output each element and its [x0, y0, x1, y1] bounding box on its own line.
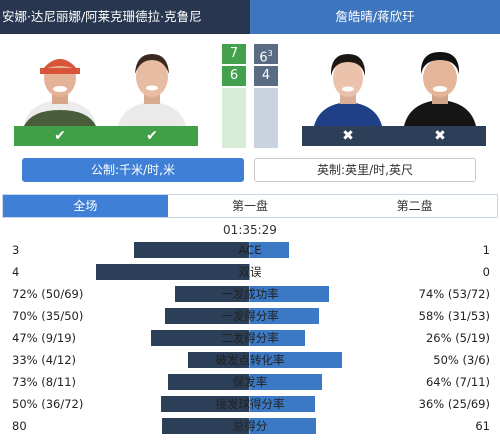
- stat-right-value: 26% (5/19): [425, 331, 490, 345]
- metric-units-button[interactable]: 公制:千米/时,米: [22, 158, 244, 182]
- stat-row: 73% (8/11) 保发率 64% (7/11): [0, 372, 500, 392]
- stat-left-value: 73% (8/11): [12, 375, 77, 389]
- check-icon: ✔: [146, 128, 158, 144]
- stat-right-value: 61: [475, 419, 490, 433]
- stat-label: ACE: [238, 243, 262, 257]
- stat-label: 破发点转化率: [215, 353, 285, 367]
- score-cell-empty: [222, 108, 246, 128]
- stat-row: 70% (35/50) 一发得分率 58% (31/53): [0, 306, 500, 326]
- match-stats-screen: 安娜·达尼丽娜/阿莱克珊德拉·克鲁尼 詹皓晴/蒋欣玗 ✔ ✔ 7 63 6 4 …: [0, 0, 500, 440]
- stat-right-value: 1: [482, 243, 490, 257]
- stat-right-value: 50% (3/6): [433, 353, 490, 367]
- score-cell-empty: [254, 128, 278, 148]
- stat-row: 4 双误 0: [0, 262, 500, 282]
- stat-left-value: 3: [12, 243, 20, 257]
- stat-right-value: 64% (7/11): [425, 375, 490, 389]
- score-set1-right: 6: [222, 66, 246, 86]
- player-photo-1: [14, 44, 106, 126]
- stat-label: 总得分: [232, 419, 268, 433]
- stat-row: 33% (4/12) 破发点转化率 50% (3/6): [0, 350, 500, 370]
- score-cell-empty: [222, 128, 246, 148]
- score-set2-right: 4: [254, 66, 278, 86]
- stat-label: 接发球得分率: [215, 397, 285, 411]
- stat-left-value: 72% (50/69): [12, 287, 84, 301]
- player-photo-4: [394, 44, 486, 126]
- tab-full-match[interactable]: 全场: [3, 195, 168, 217]
- stat-left-value: 70% (35/50): [12, 309, 84, 323]
- player-card-4[interactable]: ✖: [394, 44, 486, 146]
- stat-label: 一发成功率: [221, 287, 279, 301]
- imperial-units-button[interactable]: 英制:英里/时,英尺: [254, 158, 476, 182]
- stat-right-value: 74% (53/72): [418, 287, 490, 301]
- player-card-1[interactable]: ✔: [14, 44, 106, 146]
- stat-left-value: 47% (9/19): [12, 331, 77, 345]
- stat-label: 保发率: [232, 375, 268, 389]
- player-photo-2: [106, 44, 198, 126]
- check-icon: ✔: [54, 128, 66, 144]
- player-photo-3: [302, 44, 394, 126]
- team-right-name[interactable]: 詹皓晴/蒋欣玗: [250, 0, 500, 34]
- stat-left-value: 33% (4/12): [12, 353, 77, 367]
- player-2-result: ✔: [106, 126, 198, 146]
- score-cell-empty: [222, 88, 246, 108]
- player-3-result: ✖: [302, 126, 394, 146]
- stat-row: 3 ACE 1: [0, 240, 500, 260]
- stat-row: 72% (50/69) 一发成功率 74% (53/72): [0, 284, 500, 304]
- player-4-result: ✖: [394, 126, 486, 146]
- x-icon: ✖: [342, 128, 354, 144]
- player-card-3[interactable]: ✖: [302, 44, 394, 146]
- tab-set-1[interactable]: 第一盘: [167, 195, 333, 217]
- player-1-result: ✔: [14, 126, 106, 146]
- stat-left-value: 80: [12, 419, 27, 433]
- stat-label: 一发得分率: [221, 309, 279, 323]
- score-cell-empty: [254, 88, 278, 108]
- stat-right-value: 0: [482, 265, 490, 279]
- period-tabs: 全场 第一盘 第二盘: [2, 194, 498, 218]
- x-icon: ✖: [434, 128, 446, 144]
- stat-left-value: 50% (36/72): [12, 397, 84, 411]
- stat-row: 47% (9/19) 二发得分率 26% (5/19): [0, 328, 500, 348]
- stat-right-value: 36% (25/69): [418, 397, 490, 411]
- stat-row: 80 总得分 61: [0, 416, 500, 436]
- match-header: 安娜·达尼丽娜/阿莱克珊德拉·克鲁尼 詹皓晴/蒋欣玗: [0, 0, 500, 34]
- score-set1-left: 7: [222, 44, 246, 64]
- stat-label: 双误: [238, 265, 262, 279]
- score-cell-empty: [254, 108, 278, 128]
- match-duration: 01:35:29: [223, 223, 277, 237]
- set-score-grid: 7 63 6 4: [214, 44, 286, 148]
- team-left-name[interactable]: 安娜·达尼丽娜/阿莱克珊德拉·克鲁尼: [0, 0, 250, 34]
- stat-label: 二发得分率: [221, 331, 279, 345]
- tiebreak-score: 3: [267, 49, 273, 58]
- stat-row: 50% (36/72) 接发球得分率 36% (25/69): [0, 394, 500, 414]
- tab-set-2[interactable]: 第二盘: [332, 195, 498, 217]
- stat-right-value: 58% (31/53): [418, 309, 490, 323]
- stat-left-value: 4: [12, 265, 20, 279]
- player-card-2[interactable]: ✔: [106, 44, 198, 146]
- score-set2-left: 63: [254, 44, 278, 65]
